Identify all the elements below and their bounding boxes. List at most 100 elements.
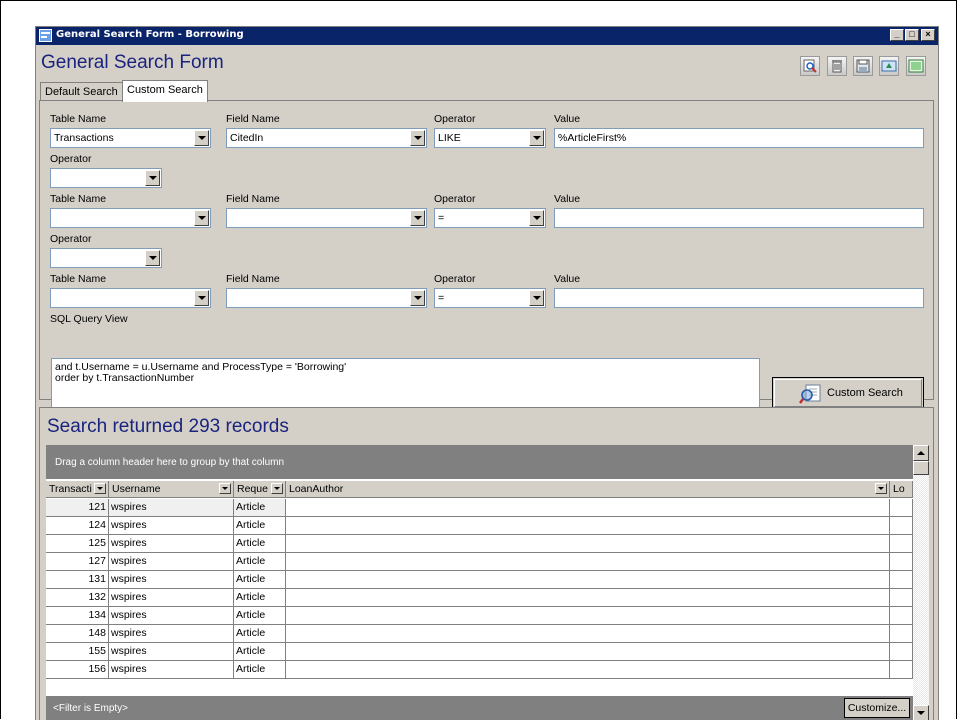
table-cell[interactable] [890,607,913,625]
chevron-down-icon[interactable] [529,130,544,146]
chevron-down-icon[interactable] [410,210,425,226]
chevron-down-icon[interactable] [410,130,425,146]
table-cell[interactable] [286,643,890,661]
table-cell[interactable]: Article [234,571,286,589]
column-header-username[interactable]: Username [109,481,234,498]
table-row[interactable]: 125 wspires Article [46,535,913,553]
operator-select-3[interactable]: = [434,288,546,308]
tab-default-search[interactable]: Default Search [40,82,123,101]
table-cell[interactable] [286,517,890,535]
table-cell[interactable]: wspires [109,625,234,643]
table-cell[interactable]: Article [234,517,286,535]
chevron-down-icon[interactable] [194,210,209,226]
table-row[interactable]: 134 wspires Article [46,607,913,625]
table-row[interactable]: 124 wspires Article [46,517,913,535]
tab-custom-search[interactable]: Custom Search [122,80,208,102]
table-cell[interactable]: wspires [109,607,234,625]
customize-button[interactable]: Customize... [844,698,910,718]
table-cell[interactable]: 131 [46,571,109,589]
chevron-down-icon[interactable] [94,483,106,494]
table-cell[interactable]: wspires [109,589,234,607]
column-header-request-type[interactable]: Reque [234,481,286,498]
table-cell[interactable]: wspires [109,517,234,535]
table-cell[interactable]: 155 [46,643,109,661]
table-cell[interactable] [890,661,913,679]
vertical-scrollbar[interactable] [913,445,929,720]
table-cell[interactable]: 134 [46,607,109,625]
scroll-down-icon[interactable] [913,705,929,720]
chevron-down-icon[interactable] [145,170,160,186]
scroll-thumb[interactable] [913,461,929,475]
table-name-select-3[interactable] [50,288,211,308]
chevron-down-icon[interactable] [529,210,544,226]
table-cell[interactable]: 148 [46,625,109,643]
table-cell[interactable]: Article [234,589,286,607]
table-row[interactable]: 131 wspires Article [46,571,913,589]
table-cell[interactable] [286,607,890,625]
chevron-down-icon[interactable] [194,130,209,146]
chevron-down-icon[interactable] [529,290,544,306]
table-cell[interactable]: 121 [46,499,109,517]
chevron-down-icon[interactable] [875,483,887,494]
table-cell[interactable] [286,535,890,553]
table-cell[interactable] [286,553,890,571]
table-cell[interactable] [286,661,890,679]
group-by-area[interactable]: Drag a column header here to group by th… [46,445,913,479]
table-row[interactable]: 127 wspires Article [46,553,913,571]
table-name-select-1[interactable]: Transactions [50,128,211,148]
table-cell[interactable]: wspires [109,571,234,589]
custom-search-button[interactable]: Custom Search [772,377,924,409]
column-header-loan[interactable]: Lo [890,481,913,498]
close-icon[interactable]: × [921,29,935,41]
table-cell[interactable] [890,571,913,589]
table-cell[interactable] [890,517,913,535]
table-cell[interactable] [286,499,890,517]
chevron-down-icon[interactable] [271,483,283,494]
table-cell[interactable] [890,499,913,517]
table-cell[interactable] [890,589,913,607]
table-cell[interactable]: wspires [109,535,234,553]
table-cell[interactable]: Article [234,535,286,553]
table-row[interactable]: 155 wspires Article [46,643,913,661]
table-cell[interactable] [890,535,913,553]
sql-query-textarea[interactable]: and t.Username = u.Username and ProcessT… [51,358,760,409]
table-cell[interactable]: 156 [46,661,109,679]
chevron-down-icon[interactable] [145,250,160,266]
operator-select-1[interactable]: LIKE [434,128,546,148]
table-row[interactable]: 121 wspires Article [46,499,913,517]
table-cell[interactable] [286,571,890,589]
table-cell[interactable]: 125 [46,535,109,553]
table-name-select-2[interactable] [50,208,211,228]
table-cell[interactable]: Article [234,643,286,661]
chevron-down-icon[interactable] [219,483,231,494]
column-header-transaction[interactable]: Transacti [46,481,109,498]
operator-select-2[interactable]: = [434,208,546,228]
table-row[interactable]: 156 wspires Article [46,661,913,679]
table-cell[interactable]: Article [234,625,286,643]
chevron-down-icon[interactable] [410,290,425,306]
table-cell[interactable]: Article [234,499,286,517]
table-cell[interactable] [890,643,913,661]
value-input-2[interactable] [554,208,924,228]
save-icon[interactable] [853,56,873,76]
table-cell[interactable]: 124 [46,517,109,535]
image-icon[interactable] [906,56,926,76]
table-cell[interactable]: wspires [109,553,234,571]
table-row[interactable]: 148 wspires Article [46,625,913,643]
table-cell[interactable]: 132 [46,589,109,607]
value-input-3[interactable] [554,288,924,308]
column-header-loan-author[interactable]: LoanAuthor [286,481,890,498]
table-cell[interactable] [286,625,890,643]
table-cell[interactable]: wspires [109,661,234,679]
table-cell[interactable]: Article [234,661,286,679]
table-cell[interactable] [890,625,913,643]
maximize-icon[interactable]: □ [905,29,919,41]
trash-icon[interactable] [827,56,847,76]
join-operator-select-1[interactable] [50,168,162,188]
field-name-select-3[interactable] [226,288,427,308]
search-icon[interactable] [800,56,820,76]
table-cell[interactable] [286,589,890,607]
field-name-select-2[interactable] [226,208,427,228]
table-cell[interactable]: Article [234,607,286,625]
table-cell[interactable] [890,553,913,571]
